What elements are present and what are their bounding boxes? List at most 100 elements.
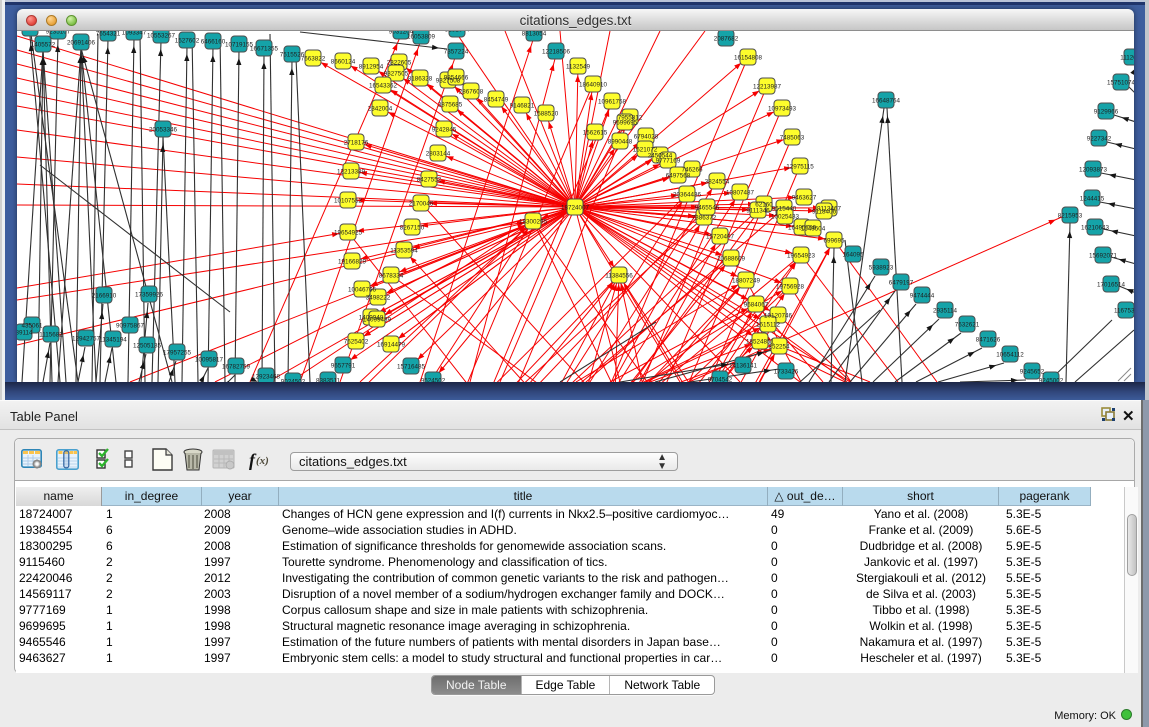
svg-text:6479197: 6479197 — [889, 280, 914, 287]
svg-text:7357224: 7357224 — [444, 49, 469, 56]
svg-text:9684067: 9684067 — [744, 302, 769, 309]
svg-text:18724007: 18724007 — [561, 205, 590, 212]
svg-text:2322605: 2322605 — [387, 60, 412, 67]
svg-text:12213389: 12213389 — [337, 169, 366, 176]
svg-text:699695: 699695 — [823, 238, 845, 245]
svg-text:6497568: 6497568 — [666, 173, 691, 180]
svg-text:1562615: 1562615 — [583, 130, 608, 137]
svg-text:17016514: 17016514 — [1097, 282, 1126, 289]
svg-text:1167533: 1167533 — [1114, 308, 1134, 315]
svg-text:8131044: 8131044 — [445, 31, 470, 34]
svg-text:8427552: 8427552 — [417, 177, 442, 184]
svg-text:9463627: 9463627 — [792, 195, 817, 202]
svg-text:19756928: 19756928 — [776, 284, 805, 291]
svg-text:9129966: 9129966 — [1094, 109, 1119, 116]
svg-text:10973493: 10973493 — [768, 106, 797, 113]
svg-text:7632621: 7632621 — [955, 322, 980, 329]
svg-text:8186328: 8186328 — [408, 76, 433, 83]
svg-text:17957255: 17957255 — [163, 350, 192, 357]
svg-text:1405572: 1405572 — [31, 42, 56, 49]
svg-text:9699695: 9699695 — [613, 120, 638, 127]
svg-text:10688609: 10688609 — [717, 256, 746, 263]
svg-text:12942757: 12942757 — [72, 336, 101, 343]
svg-text:2087682: 2087682 — [714, 36, 739, 43]
svg-text:3498222: 3498222 — [366, 295, 391, 302]
svg-text:1244415: 1244415 — [1080, 196, 1105, 203]
svg-text:9242845: 9242845 — [432, 127, 457, 134]
svg-text:12923468: 12923468 — [252, 374, 281, 381]
svg-text:9118406: 9118406 — [812, 209, 837, 216]
svg-text:9657791: 9657791 — [331, 363, 356, 370]
svg-text:2170046: 2170046 — [409, 201, 434, 208]
svg-text:1733426: 1733426 — [774, 369, 799, 376]
svg-text:10095817: 10095817 — [195, 357, 224, 364]
svg-text:6466160: 6466160 — [201, 39, 226, 46]
svg-text:16782759: 16782759 — [222, 364, 251, 371]
svg-text:16648764: 16648764 — [872, 98, 901, 105]
svg-text:3875685: 3875685 — [438, 102, 463, 109]
svg-text:10025433: 10025433 — [771, 214, 800, 221]
svg-text:1132549: 1132549 — [566, 64, 591, 71]
svg-text:8912954: 8912954 — [359, 64, 384, 71]
svg-text:39114: 39114 — [17, 330, 33, 337]
svg-text:8678334: 8678334 — [379, 273, 404, 280]
svg-text:12505135: 12505135 — [133, 343, 162, 350]
svg-text:10654112: 10654112 — [996, 352, 1024, 359]
svg-text:15692071: 15692071 — [1089, 253, 1118, 260]
svg-text:8215953: 8215953 — [1058, 213, 1083, 220]
svg-text:1615112: 1615112 — [756, 322, 781, 329]
svg-text:10120746: 10120746 — [764, 313, 793, 320]
svg-text:252254: 252254 — [768, 344, 790, 351]
svg-text:6794028: 6794028 — [634, 134, 659, 141]
svg-text:164095: 164095 — [842, 252, 864, 259]
svg-text:10107552: 10107552 — [334, 198, 363, 205]
svg-text:2867608: 2867608 — [459, 89, 484, 96]
svg-text:15751074: 15751074 — [1107, 80, 1134, 87]
svg-text:2342004: 2342004 — [368, 106, 393, 113]
svg-text:2803144: 2803144 — [426, 151, 451, 158]
svg-text:8660124: 8660124 — [331, 59, 356, 66]
svg-text:8454749: 8454749 — [484, 97, 509, 104]
svg-text:7663822: 7663822 — [301, 56, 326, 63]
svg-text:12975115: 12975115 — [786, 164, 814, 171]
svg-text:9245652: 9245652 — [1020, 369, 1045, 376]
svg-text:1093347: 1093347 — [122, 31, 147, 37]
svg-text:10961758: 10961758 — [598, 99, 627, 106]
svg-text:2166910: 2166910 — [92, 293, 117, 300]
svg-text:16914479: 16914479 — [377, 342, 406, 349]
svg-text:19654923: 19654923 — [787, 253, 816, 260]
svg-text:8990448: 8990448 — [608, 139, 633, 146]
svg-text:8471626: 8471626 — [976, 337, 1001, 344]
svg-text:16154808: 16154808 — [734, 55, 763, 62]
svg-text:(x): (x) — [256, 455, 269, 467]
svg-text:20364436: 20364436 — [673, 192, 702, 199]
svg-text:7485063: 7485063 — [780, 135, 805, 142]
svg-text:18807249: 18807249 — [732, 278, 761, 285]
svg-text:9777169: 9777169 — [656, 158, 681, 165]
svg-text:20691406: 20691406 — [67, 40, 96, 47]
svg-text:19166829: 19166829 — [338, 259, 367, 266]
svg-text:18640910: 18640910 — [579, 82, 608, 89]
svg-text:9465546: 9465546 — [695, 205, 720, 212]
svg-text:8439104: 8439104 — [18, 31, 43, 33]
svg-text:9854666: 9854666 — [444, 75, 469, 82]
svg-text:10046766: 10046766 — [348, 287, 377, 294]
svg-text:8267150: 8267150 — [400, 225, 425, 232]
svg-text:5938923: 5938923 — [869, 265, 894, 272]
svg-text:12093873: 12093873 — [1079, 167, 1108, 174]
svg-text:1115682: 1115682 — [39, 332, 63, 339]
svg-text:1112043: 1112043 — [1120, 55, 1134, 62]
svg-text:8813054: 8813054 — [522, 31, 547, 38]
svg-text:12218506: 12218506 — [542, 49, 571, 56]
svg-text:2718176: 2718176 — [344, 140, 369, 147]
svg-text:14099489: 14099489 — [363, 317, 392, 324]
svg-text:11384556: 11384556 — [605, 273, 633, 280]
svg-text:435061: 435061 — [21, 323, 43, 330]
svg-text:9515440: 9515440 — [772, 206, 797, 213]
svg-text:11353594: 11353594 — [390, 248, 418, 255]
svg-text:9327505: 9327505 — [384, 71, 409, 78]
svg-text:16210643: 16210643 — [1081, 225, 1110, 232]
svg-text:20053346: 20053346 — [149, 127, 178, 134]
svg-text:9146821: 9146821 — [510, 103, 535, 110]
svg-text:9474444: 9474444 — [910, 293, 935, 300]
